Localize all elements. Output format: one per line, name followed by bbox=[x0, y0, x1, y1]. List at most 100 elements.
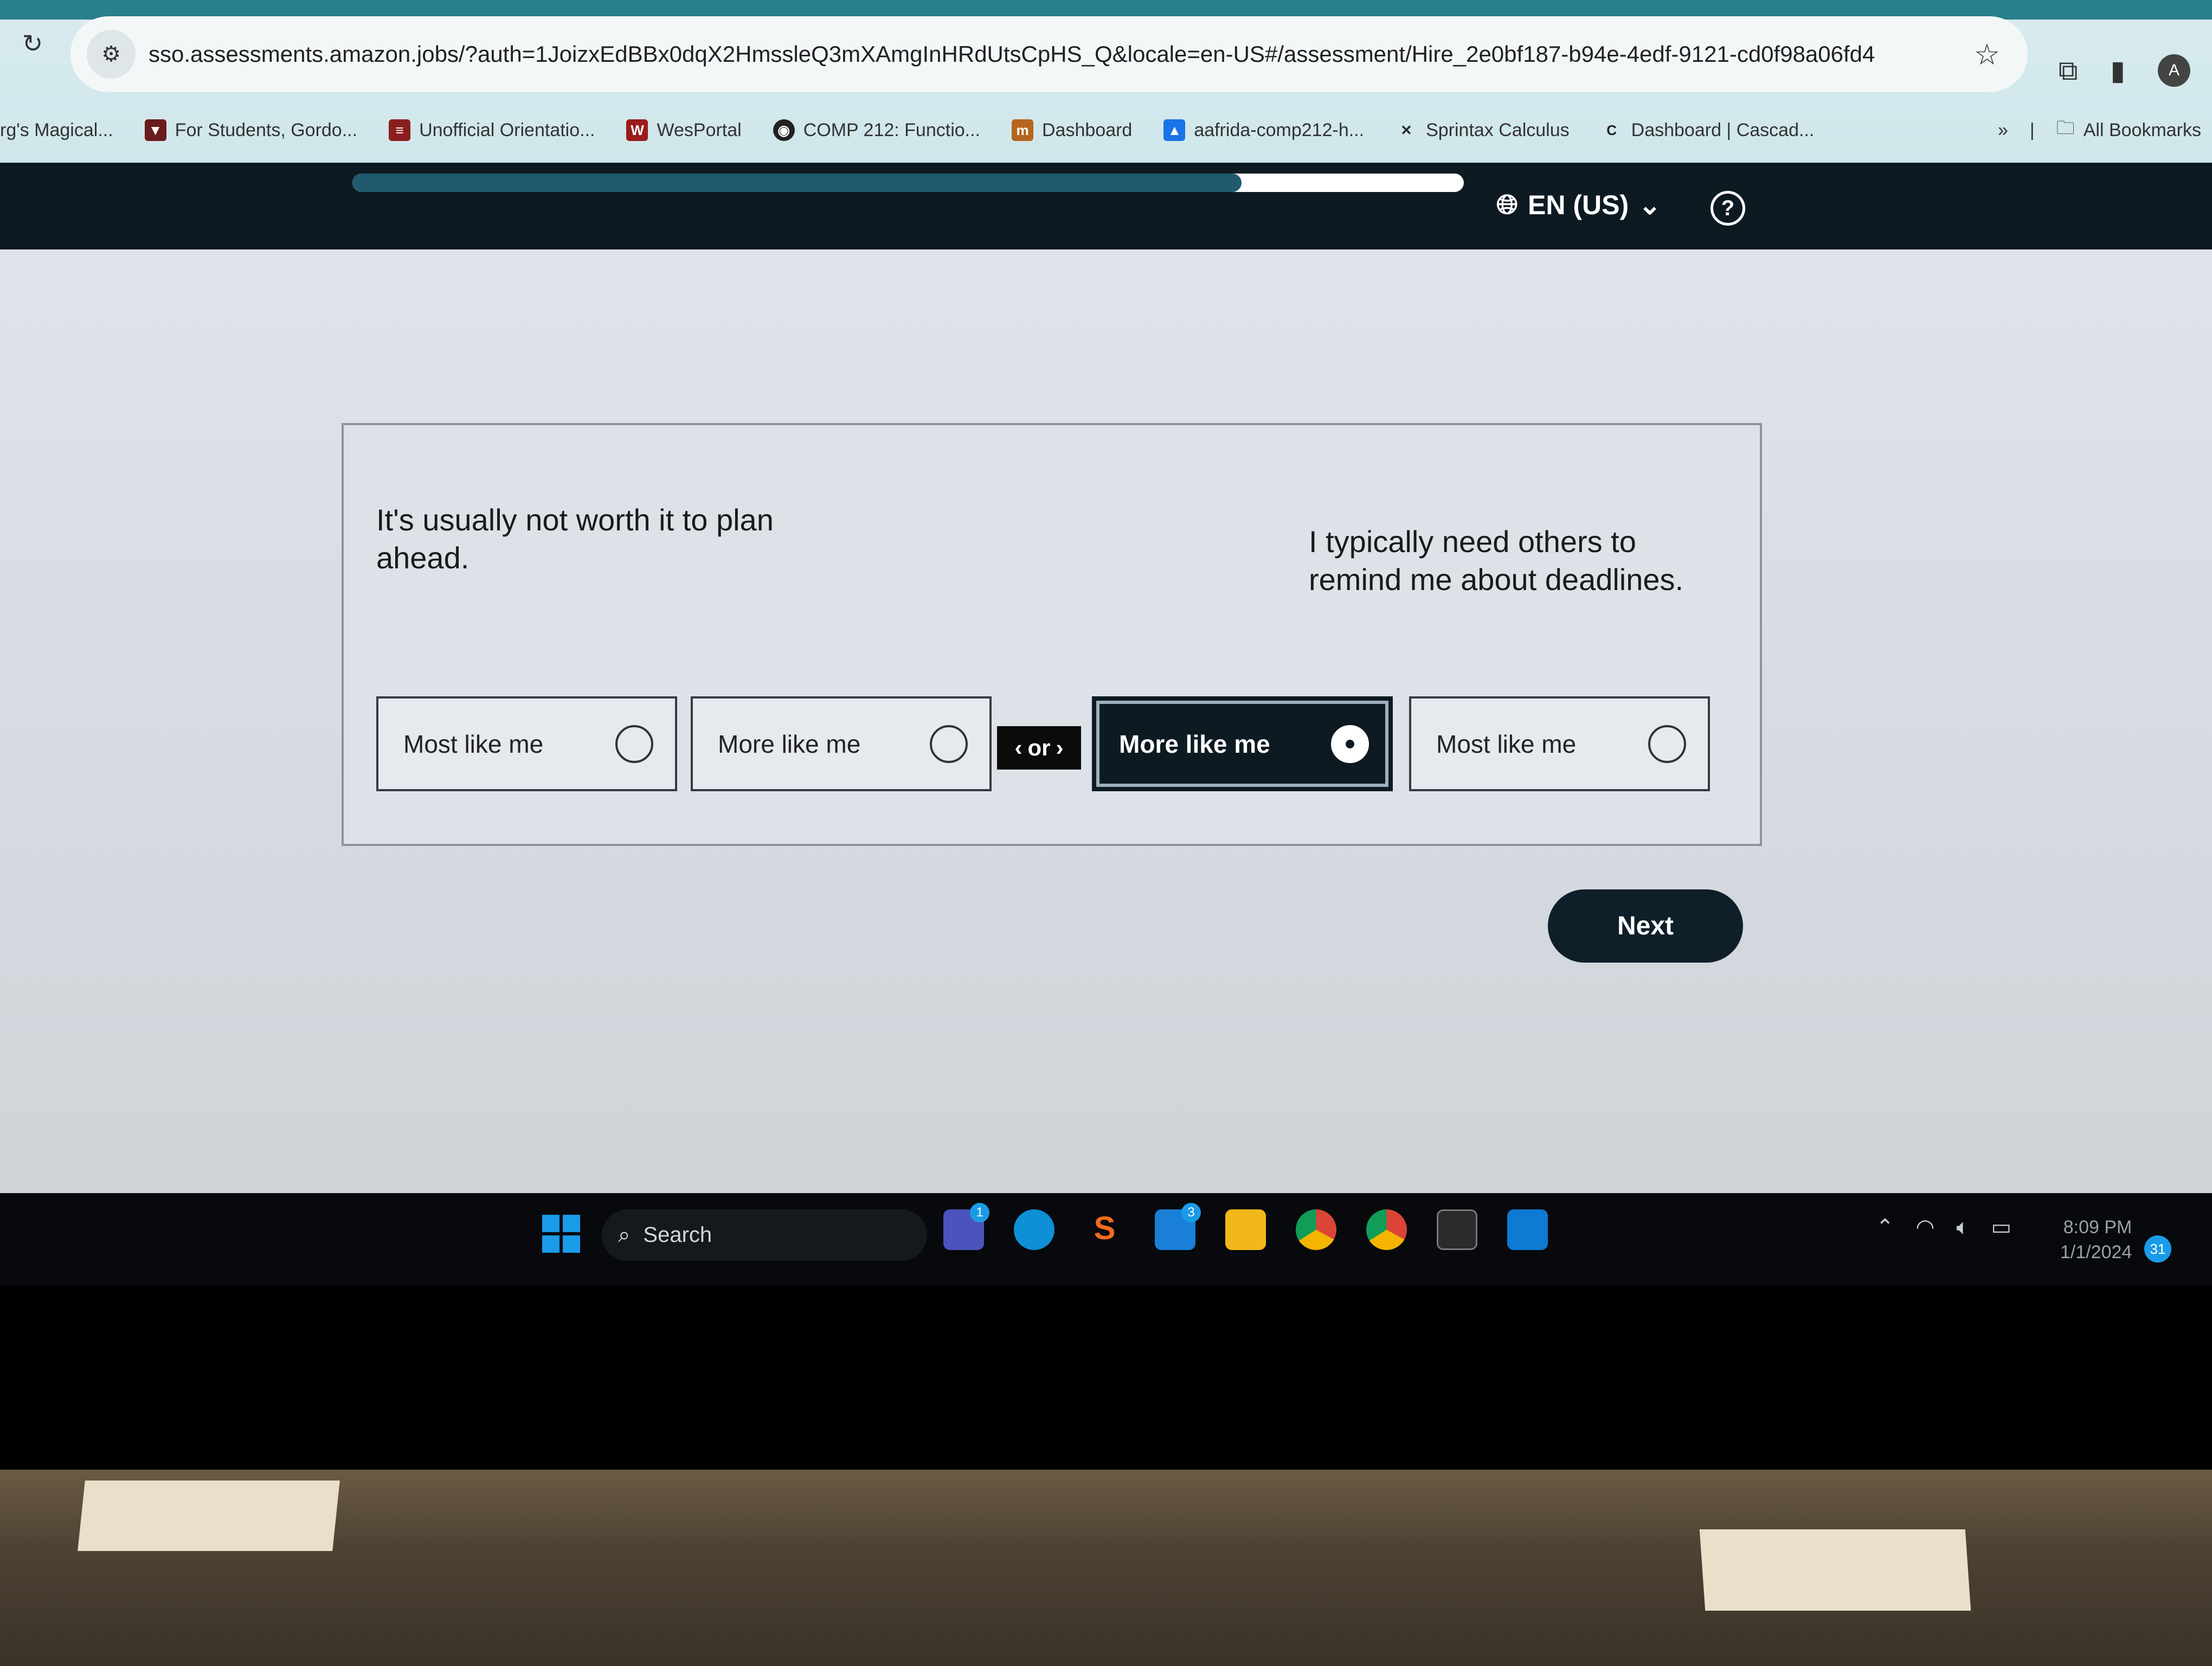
tape-piece bbox=[78, 1481, 340, 1551]
radio-button[interactable] bbox=[615, 725, 653, 763]
laptop-bezel bbox=[0, 1285, 2212, 1470]
w-logo-icon: W bbox=[626, 119, 648, 141]
bookmark-label: WesPortal bbox=[657, 119, 742, 140]
browser-chrome: ↻ ⚙ sso.assessments.amazon.jobs/?auth=1J… bbox=[0, 0, 2212, 163]
option-label: More like me bbox=[1119, 729, 1270, 758]
address-bar[interactable]: ⚙ sso.assessments.amazon.jobs/?auth=1Joi… bbox=[70, 16, 2028, 92]
option-right-most[interactable]: Most like me bbox=[1409, 696, 1710, 791]
file-explorer-icon[interactable] bbox=[1225, 1209, 1266, 1250]
taskbar-search[interactable]: ⌕ Search bbox=[602, 1209, 927, 1261]
clock-date: 1/1/2024 bbox=[2060, 1242, 2132, 1263]
radio-button[interactable] bbox=[930, 725, 968, 763]
bookmarks-overflow: » | 🗀 All Bookmarks bbox=[1998, 115, 2212, 146]
or-separator: ‹ or › bbox=[997, 726, 1081, 770]
bookmark-star-icon[interactable]: ☆ bbox=[1963, 37, 2011, 72]
teams-icon[interactable]: 1 bbox=[943, 1203, 989, 1250]
question-card: It's usually not worth it to plan ahead.… bbox=[342, 423, 1762, 846]
assessment-header: 🌐︎ EN (US) ⌄ ? bbox=[0, 163, 2212, 249]
chevron-down-icon: ⌄ bbox=[1638, 189, 1662, 220]
sprintax-icon: ✕ bbox=[1400, 121, 1412, 138]
option-right-more[interactable]: More like me bbox=[1092, 696, 1393, 791]
clock[interactable]: 8:09 PM 1/1/2024 bbox=[2060, 1215, 2132, 1265]
clock-time: 8:09 PM bbox=[2063, 1217, 2132, 1238]
chevron-left-icon: ‹ bbox=[1014, 735, 1023, 760]
left-statement: It's usually not worth it to plan ahead. bbox=[376, 503, 774, 575]
option-label: Most like me bbox=[1436, 729, 1577, 758]
toolbar-icons: ⧉ ▮ A bbox=[2059, 54, 2190, 87]
reload-icon[interactable]: ↻ bbox=[16, 27, 49, 60]
next-button[interactable]: Next bbox=[1548, 889, 1743, 963]
bookmark-item[interactable]: W WesPortal bbox=[626, 119, 742, 141]
assessment-content: It's usually not worth it to plan ahead.… bbox=[0, 249, 2212, 1193]
windows-start-icon[interactable] bbox=[542, 1215, 580, 1253]
bookmark-label: COMP 212: Functio... bbox=[803, 119, 980, 140]
folder-icon: 🗀 bbox=[2056, 117, 2075, 138]
bookmark-item[interactable]: rg's Magical... bbox=[0, 120, 113, 141]
chevron-right-icon: › bbox=[1056, 735, 1064, 760]
laptop-hinge bbox=[0, 1470, 2212, 1666]
mail-icon[interactable]: 3 bbox=[1155, 1203, 1201, 1250]
bookmark-label: For Students, Gordo... bbox=[175, 119, 358, 140]
notification-badge[interactable]: 31 bbox=[2144, 1235, 2171, 1263]
system-tray: ⌃ ◠ 🔈︎ ▭ bbox=[1876, 1215, 2011, 1240]
url-text[interactable]: sso.assessments.amazon.jobs/?auth=1Joizx… bbox=[149, 41, 1963, 67]
cascade-icon: C bbox=[1606, 121, 1617, 138]
all-bookmarks-button[interactable]: 🗀 All Bookmarks bbox=[2056, 115, 2201, 146]
drive-icon: ▲ bbox=[1163, 119, 1186, 141]
tape-piece bbox=[1699, 1529, 1971, 1611]
bookmark-item[interactable]: ✕ Sprintax Calculus bbox=[1396, 119, 1570, 141]
bookmark-label: Dashboard bbox=[1042, 119, 1133, 140]
profile-avatar[interactable]: A bbox=[2158, 54, 2190, 87]
site-info-icon[interactable]: ⚙ bbox=[87, 30, 136, 79]
language-selector[interactable]: 🌐︎ EN (US) ⌄ bbox=[1496, 189, 1661, 221]
option-left-more[interactable]: More like me bbox=[691, 696, 992, 791]
bookmark-label: aafrida-comp212-h... bbox=[1194, 119, 1365, 140]
globe-icon: 🌐︎ bbox=[1496, 189, 1518, 220]
radio-button[interactable] bbox=[1648, 725, 1686, 763]
option-left-most[interactable]: Most like me bbox=[376, 696, 677, 791]
bookmark-item[interactable]: ▲ aafrida-comp212-h... bbox=[1163, 119, 1364, 141]
search-icon: ⌕ bbox=[618, 1223, 631, 1247]
teams-badge: 1 bbox=[970, 1203, 989, 1222]
chrome-icon[interactable] bbox=[1296, 1209, 1336, 1250]
taskbar-apps: 1 S 3 bbox=[943, 1203, 1548, 1250]
radio-button[interactable] bbox=[1331, 725, 1369, 763]
divider: | bbox=[2029, 119, 2035, 140]
vscode-icon[interactable] bbox=[1507, 1209, 1548, 1250]
bookmark-item[interactable]: ≡ Unofficial Orientatio... bbox=[389, 119, 595, 141]
bookmark-item[interactable]: m Dashboard bbox=[1012, 119, 1132, 141]
mail-badge: 3 bbox=[1181, 1203, 1201, 1222]
battery-icon[interactable]: ▭ bbox=[1991, 1215, 2011, 1240]
bookmark-item[interactable]: C Dashboard | Cascad... bbox=[1601, 119, 1815, 141]
wifi-icon[interactable]: ◠ bbox=[1916, 1215, 1935, 1240]
language-label: EN (US) bbox=[1528, 189, 1629, 220]
progress-bar bbox=[352, 174, 1464, 192]
shield-icon: ▼ bbox=[144, 119, 166, 141]
bookmark-label: Unofficial Orientatio... bbox=[419, 119, 595, 140]
all-bookmarks-label: All Bookmarks bbox=[2083, 119, 2201, 140]
globe-icon: ◉ bbox=[773, 119, 795, 141]
tray-chevron-up-icon[interactable]: ⌃ bbox=[1876, 1215, 1894, 1240]
or-label: or bbox=[1027, 735, 1051, 760]
chrome-profile-icon[interactable] bbox=[1366, 1209, 1407, 1250]
extensions-icon[interactable]: ⧉ bbox=[2059, 55, 2078, 87]
side-panel-icon[interactable]: ▮ bbox=[2110, 55, 2125, 86]
edge-icon[interactable] bbox=[1014, 1209, 1054, 1250]
option-label: Most like me bbox=[403, 729, 544, 758]
help-icon[interactable]: ? bbox=[1711, 191, 1745, 226]
bookmark-item[interactable]: ▼ For Students, Gordo... bbox=[144, 119, 358, 141]
bookmark-icon: ≡ bbox=[389, 119, 411, 141]
volume-icon[interactable]: 🔈︎ bbox=[1956, 1215, 1969, 1240]
sublime-icon[interactable]: S bbox=[1084, 1209, 1125, 1250]
canvas-icon: m bbox=[1012, 119, 1033, 141]
bookmark-label: rg's Magical... bbox=[0, 119, 113, 140]
terminal-icon[interactable] bbox=[1437, 1209, 1477, 1250]
option-label: More like me bbox=[718, 729, 861, 758]
more-bookmarks-chevron-icon[interactable]: » bbox=[1998, 120, 2008, 141]
taskbar: ⌕ Search 1 S 3 ⌃ ◠ 🔈︎ ▭ 8:09 PM 1/1/2024… bbox=[0, 1193, 2212, 1285]
right-statement: I typically need others to remind me abo… bbox=[1309, 524, 1684, 597]
bookmark-label: Dashboard | Cascad... bbox=[1631, 119, 1815, 140]
bookmark-label: Sprintax Calculus bbox=[1426, 119, 1570, 140]
bookmark-item[interactable]: ◉ COMP 212: Functio... bbox=[773, 119, 980, 141]
bookmarks-bar: rg's Magical... ▼ For Students, Gordo...… bbox=[0, 100, 2212, 160]
